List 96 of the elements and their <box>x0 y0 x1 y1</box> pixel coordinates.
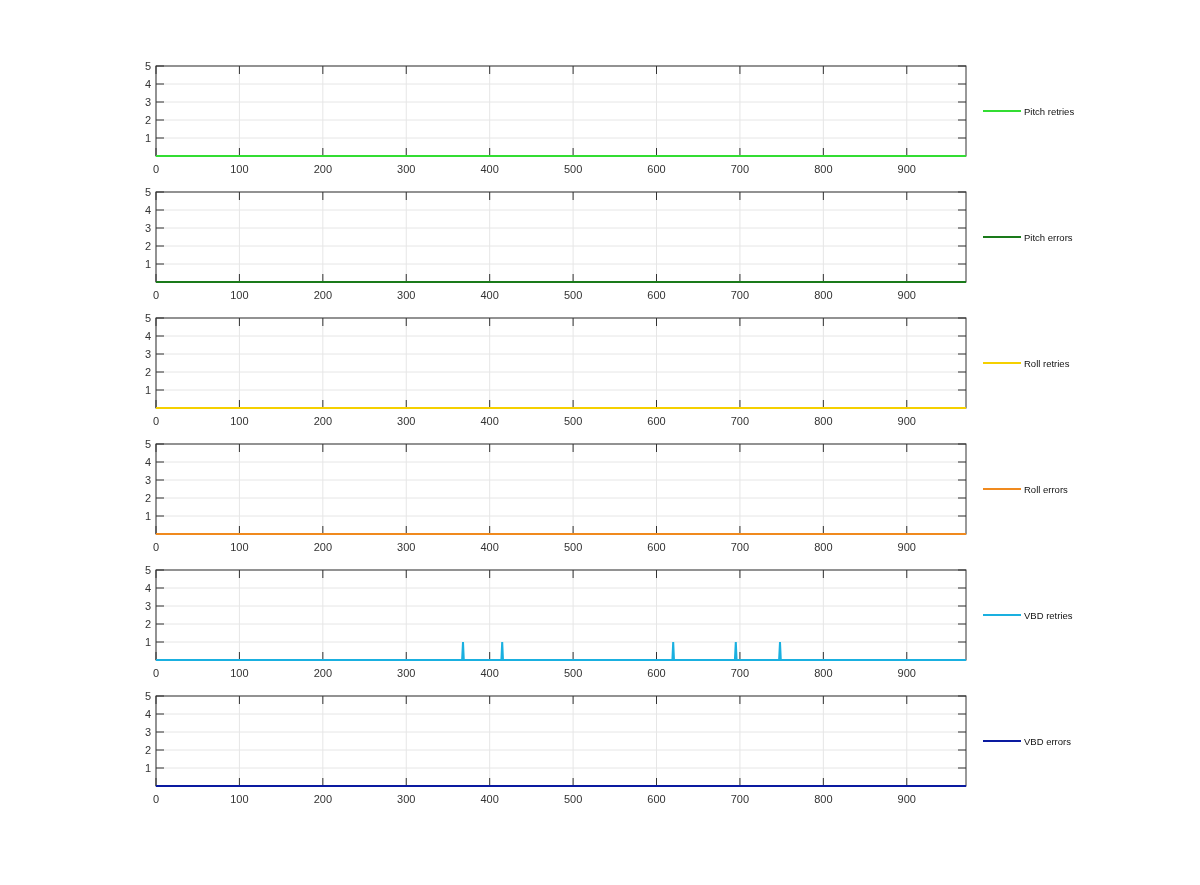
x-tick-label: 200 <box>313 415 332 427</box>
y-tick-label: 2 <box>144 618 151 630</box>
x-tick-label: 200 <box>313 667 332 679</box>
x-tick-label: 400 <box>480 163 499 175</box>
x-tick-label: 700 <box>730 415 750 427</box>
x-tick-label: 600 <box>647 163 666 175</box>
y-tick-label: 5 <box>144 186 151 198</box>
x-tick-label: 800 <box>814 667 833 679</box>
x-tick-label: 100 <box>230 667 249 679</box>
x-tick-label: 800 <box>814 163 833 175</box>
x-tick-label: 600 <box>647 415 666 427</box>
legend-label: Roll errors <box>1024 484 1068 495</box>
x-tick-label: 300 <box>397 415 416 427</box>
x-tick-label: 700 <box>730 163 750 175</box>
x-tick-label: 800 <box>814 415 833 427</box>
y-tick-label: 4 <box>144 330 151 342</box>
x-tick-label: 100 <box>230 415 249 427</box>
x-tick-label: 300 <box>397 667 416 679</box>
y-tick-label: 2 <box>144 744 151 756</box>
x-tick-label: 200 <box>313 163 332 175</box>
x-tick-label: 100 <box>230 163 249 175</box>
x-tick-label: 0 <box>152 793 160 805</box>
y-tick-label: 4 <box>144 456 151 468</box>
y-tick-label: 1 <box>144 762 151 774</box>
x-tick-label: 500 <box>563 541 583 553</box>
x-tick-label: 200 <box>313 541 332 553</box>
x-tick-label: 600 <box>647 541 666 553</box>
y-tick-label: 1 <box>144 510 151 522</box>
y-tick-label: 3 <box>144 222 151 234</box>
x-tick-label: 900 <box>897 415 916 427</box>
y-tick-label: 1 <box>144 636 151 648</box>
x-tick-label: 600 <box>647 289 666 301</box>
x-tick-label: 500 <box>563 289 583 301</box>
x-tick-label: 400 <box>480 415 499 427</box>
x-tick-label: 0 <box>152 541 160 553</box>
x-tick-label: 300 <box>397 541 416 553</box>
legend-label: Pitch errors <box>1024 232 1073 243</box>
x-tick-label: 900 <box>897 289 916 301</box>
x-tick-label: 0 <box>152 667 160 679</box>
x-tick-label: 700 <box>730 793 750 805</box>
y-tick-label: 5 <box>144 60 151 72</box>
y-tick-label: 5 <box>144 312 151 324</box>
x-tick-label: 400 <box>480 667 499 679</box>
y-tick-label: 1 <box>144 132 151 144</box>
x-tick-label: 100 <box>230 793 249 805</box>
y-tick-label: 3 <box>144 726 151 738</box>
y-tick-label: 5 <box>144 690 151 702</box>
legend-label: Pitch retries <box>1024 106 1075 117</box>
y-tick-label: 1 <box>144 258 151 270</box>
x-tick-label: 800 <box>814 541 833 553</box>
legend-label: VBD retries <box>1024 610 1073 621</box>
x-tick-label: 0 <box>152 289 160 301</box>
x-tick-label: 400 <box>480 541 499 553</box>
y-tick-label: 4 <box>144 78 151 90</box>
y-tick-label: 2 <box>144 492 151 504</box>
x-tick-label: 800 <box>814 289 833 301</box>
x-tick-label: 600 <box>647 667 666 679</box>
y-tick-label: 3 <box>144 474 151 486</box>
x-tick-label: 500 <box>563 415 583 427</box>
x-tick-label: 900 <box>897 793 916 805</box>
legend-label: Roll retries <box>1024 358 1070 369</box>
y-tick-label: 3 <box>144 96 151 108</box>
x-tick-label: 100 <box>230 541 249 553</box>
y-tick-label: 1 <box>144 384 151 396</box>
x-tick-label: 700 <box>730 289 750 301</box>
legend-label: VBD errors <box>1024 736 1071 747</box>
x-tick-label: 700 <box>730 667 750 679</box>
y-tick-label: 3 <box>144 600 151 612</box>
x-tick-label: 600 <box>647 793 666 805</box>
x-tick-label: 900 <box>897 163 916 175</box>
y-tick-label: 5 <box>144 564 151 576</box>
x-tick-label: 400 <box>480 793 499 805</box>
x-tick-label: 200 <box>313 289 332 301</box>
y-tick-label: 3 <box>144 348 151 360</box>
y-tick-label: 2 <box>144 114 151 126</box>
y-tick-label: 4 <box>144 582 151 594</box>
y-tick-label: 4 <box>144 708 151 720</box>
x-tick-label: 300 <box>397 289 416 301</box>
x-tick-label: 500 <box>563 667 583 679</box>
y-tick-label: 4 <box>144 204 151 216</box>
x-tick-label: 800 <box>814 793 833 805</box>
y-tick-label: 5 <box>144 438 151 450</box>
x-tick-label: 700 <box>730 541 750 553</box>
x-tick-label: 900 <box>897 667 916 679</box>
x-tick-label: 0 <box>152 415 160 427</box>
x-tick-label: 300 <box>397 793 416 805</box>
y-tick-label: 2 <box>144 366 151 378</box>
x-tick-label: 400 <box>480 289 499 301</box>
x-tick-label: 900 <box>897 541 916 553</box>
x-tick-label: 500 <box>563 793 583 805</box>
x-tick-label: 300 <box>397 163 416 175</box>
x-tick-label: 0 <box>152 163 160 175</box>
x-tick-label: 200 <box>313 793 332 805</box>
y-tick-label: 2 <box>144 240 151 252</box>
x-tick-label: 500 <box>563 163 583 175</box>
x-tick-label: 100 <box>230 289 249 301</box>
